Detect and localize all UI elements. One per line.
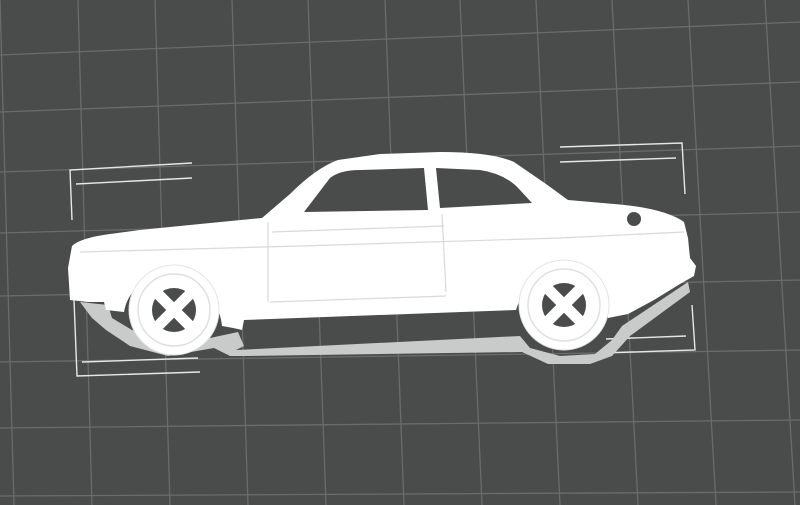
rear-wheel-icon [518, 259, 610, 351]
car-body-icon[interactable] [68, 152, 696, 356]
guide-top-right-inner [559, 157, 677, 163]
guide-top-left [69, 162, 193, 221]
guide-top-left-inner [75, 177, 193, 185]
fuel-cap-icon [627, 212, 641, 226]
front-wheel-icon [128, 264, 220, 356]
3d-print-viewport[interactable] [0, 0, 800, 505]
viewport-canvas[interactable] [0, 0, 800, 505]
